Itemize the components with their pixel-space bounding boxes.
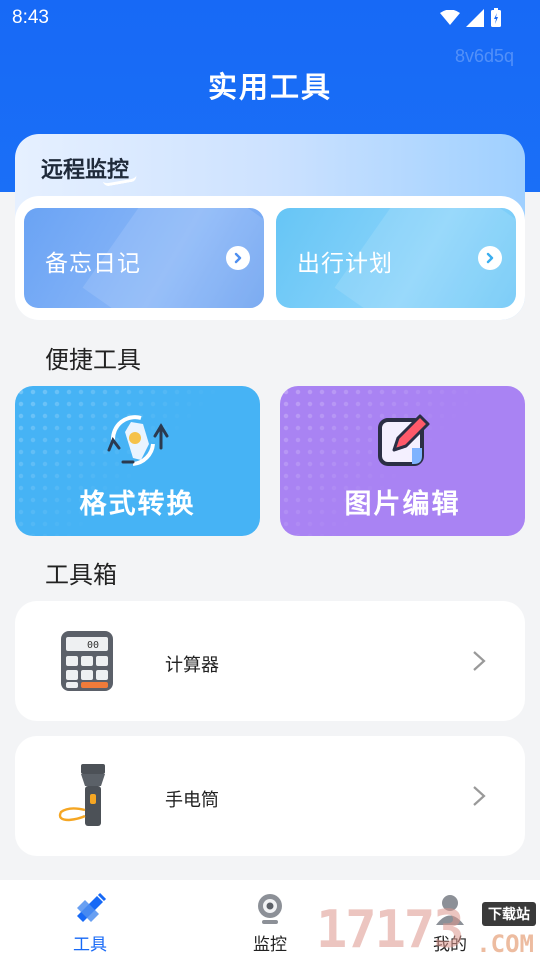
edit-image-icon (377, 414, 429, 466)
convert-icon (107, 415, 168, 466)
flashlight-row[interactable]: 手电筒 (15, 736, 525, 856)
webcam-icon (258, 894, 282, 924)
chevron-right-icon (473, 651, 486, 671)
nav-label-monitor: 监控 (253, 935, 287, 955)
format-convert-label: 格式转换 (79, 489, 196, 520)
nav-tab-tools[interactable]: 工具 (40, 892, 140, 955)
chevron-right-icon (226, 246, 250, 270)
wifi-icon (440, 10, 460, 25)
signal-icon (466, 9, 484, 27)
status-time: 8:43 (12, 7, 49, 28)
status-bar: 8:43 (0, 0, 540, 36)
memo-diary-label: 备忘日记 (45, 251, 141, 277)
nav-label-mine: 我的 (433, 935, 467, 955)
travel-plan-card[interactable]: 出行计划 (276, 208, 516, 308)
nav-tab-mine[interactable]: 我的 (400, 892, 500, 955)
quick-tools-title: 便捷工具 (45, 346, 141, 374)
format-convert-card[interactable]: 格式转换 (15, 386, 260, 536)
calculator-label: 计算器 (165, 655, 219, 676)
svg-text:00: 00 (87, 640, 99, 651)
page-title: 实用工具 (207, 70, 332, 104)
remote-monitor-panel: 备忘日记 出行计划 (15, 196, 525, 320)
toolbox-title: 工具箱 (45, 561, 117, 589)
flashlight-label: 手电筒 (165, 790, 219, 811)
nav-tab-monitor[interactable]: 监控 (220, 892, 320, 955)
user-icon (436, 895, 464, 925)
calculator-icon: 00 (61, 631, 113, 691)
remote-monitor-card[interactable]: 远程监控 备忘日记 出行计划 (15, 134, 525, 320)
flashlight-icon (58, 764, 105, 826)
memo-diary-card[interactable]: 备忘日记 (24, 208, 264, 308)
bottom-nav: 工具 监控 我的 (0, 880, 540, 960)
chevron-right-icon (478, 246, 502, 270)
status-icons (440, 8, 502, 28)
battery-icon (491, 8, 501, 27)
image-edit-card[interactable]: 图片编辑 (280, 386, 525, 536)
nav-label-tools: 工具 (73, 935, 107, 955)
calculator-row[interactable]: 00 计算器 (15, 601, 525, 721)
image-edit-label: 图片编辑 (344, 489, 461, 520)
ruler-pencil-icon (77, 892, 107, 922)
travel-plan-label: 出行计划 (297, 251, 393, 277)
chevron-right-icon (473, 786, 486, 806)
